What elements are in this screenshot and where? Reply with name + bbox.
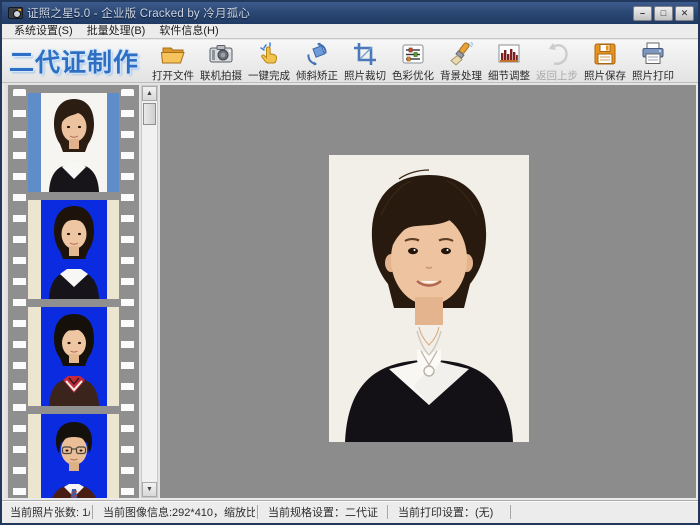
color-optimize-icon — [400, 41, 426, 67]
open-file-icon — [160, 41, 186, 67]
color-optimize-button[interactable]: 色彩优化 — [389, 40, 437, 83]
undo-button: 返回上步 — [533, 40, 581, 83]
toolbar-button-label: 背景处理 — [440, 68, 482, 83]
thumbnail-photo-woman-scarf-blue-bg — [41, 307, 107, 406]
filmstrip-panel — [6, 85, 139, 498]
scrollbar-thumb[interactable] — [143, 103, 156, 125]
filmstrip-thumbnail-1[interactable] — [28, 93, 119, 192]
camera-capture-button[interactable]: 联机拍摄 — [197, 40, 245, 83]
undo-icon — [544, 41, 570, 67]
status-print-setting: 当前打印设置：(无) — [390, 504, 508, 520]
toolbar-button-label: 照片裁切 — [344, 68, 386, 83]
toolbar-button-label: 照片保存 — [584, 68, 626, 83]
toolbar-button-label: 照片打印 — [632, 68, 674, 83]
brand-title: 二代证制作 — [9, 43, 139, 79]
menu-batch-process[interactable]: 批量处理(B) — [81, 24, 152, 38]
toolbar-button-label: 打开文件 — [152, 68, 194, 83]
filmstrip-scrollbar[interactable]: ▲ ▼ — [141, 85, 158, 498]
filmstrip-holes-left — [13, 89, 26, 498]
status-separator — [92, 505, 93, 519]
skew-correct-button[interactable]: 倾斜矫正 — [293, 40, 341, 83]
window-controls: – □ ✕ — [633, 6, 694, 21]
one-click-button[interactable]: 一键完成 — [245, 40, 293, 83]
filmstrip-thumbnail-3[interactable] — [28, 307, 119, 406]
toolbar-button-label: 色彩优化 — [392, 68, 434, 83]
close-button[interactable]: ✕ — [675, 6, 694, 21]
filmstrip-thumbnail-2[interactable] — [28, 200, 119, 299]
main-portrait-image — [329, 155, 529, 442]
main-preview-area — [160, 85, 696, 498]
print-button[interactable]: 照片打印 — [629, 40, 677, 83]
open-file-button[interactable]: 打开文件 — [149, 40, 197, 83]
toolbar-button-label: 倾斜矫正 — [296, 68, 338, 83]
status-separator — [387, 505, 388, 519]
scroll-down-button[interactable]: ▼ — [142, 482, 157, 497]
thumbnail-photo-man-blue-bg — [41, 414, 107, 498]
app-camera-icon — [8, 7, 23, 19]
crop-icon — [352, 41, 378, 67]
menu-system-settings[interactable]: 系统设置(S) — [8, 24, 79, 38]
app-window: 证照之星5.0 - 企业版 Cracked by 冷月孤心 – □ ✕ 系统设置… — [0, 0, 700, 525]
thumbnail-photo-woman-white-bg — [41, 93, 107, 192]
menu-bar: 系统设置(S) 批量处理(B) 软件信息(H) — [2, 24, 698, 39]
filmstrip-thumbnail-4[interactable] — [28, 414, 119, 498]
main-photo-preview[interactable] — [329, 155, 529, 442]
thumbnail-list — [28, 93, 119, 498]
status-separator — [510, 505, 511, 519]
filmstrip — [8, 85, 139, 498]
toolbar-button-label: 返回上步 — [536, 68, 578, 83]
status-photo-count: 当前照片张数: 1/1 — [2, 504, 90, 520]
print-icon — [640, 41, 666, 67]
minimize-button[interactable]: – — [633, 6, 652, 21]
status-separator — [257, 505, 258, 519]
background-process-button[interactable]: 背景处理 — [437, 40, 485, 83]
save-icon — [592, 41, 618, 67]
detail-adjust-button[interactable]: 细节调整 — [485, 40, 533, 83]
maximize-button[interactable]: □ — [654, 6, 673, 21]
save-button[interactable]: 照片保存 — [581, 40, 629, 83]
status-bar: 当前照片张数: 1/1 当前图像信息:292*410，缩放比例 100% 当前规… — [2, 500, 698, 523]
content-area: ▲ ▼ — [4, 83, 696, 498]
title-bar: 证照之星5.0 - 企业版 Cracked by 冷月孤心 – □ ✕ — [2, 2, 698, 24]
detail-histogram-icon — [496, 41, 522, 67]
toolbar-button-label: 联机拍摄 — [200, 68, 242, 83]
scroll-up-button[interactable]: ▲ — [142, 86, 157, 101]
background-brush-icon — [448, 41, 474, 67]
menu-software-info[interactable]: 软件信息(H) — [153, 24, 224, 38]
camera-icon — [208, 41, 234, 67]
crop-button[interactable]: 照片裁切 — [341, 40, 389, 83]
one-click-icon — [256, 41, 282, 67]
status-spec-setting: 当前规格设置：二代证 — [260, 504, 385, 520]
toolbar-button-label: 细节调整 — [488, 68, 530, 83]
window-title: 证照之星5.0 - 企业版 Cracked by 冷月孤心 — [27, 5, 250, 21]
skew-correct-icon — [304, 41, 330, 67]
thumbnail-photo-woman-blue-bg — [41, 200, 107, 299]
filmstrip-holes-right — [121, 89, 134, 498]
toolbar-button-label: 一键完成 — [248, 68, 290, 83]
status-image-info: 当前图像信息:292*410，缩放比例 100% — [95, 504, 255, 520]
toolbar: 二代证制作 打开文件 联机拍摄 一键完成 倾斜矫正 — [2, 40, 698, 83]
